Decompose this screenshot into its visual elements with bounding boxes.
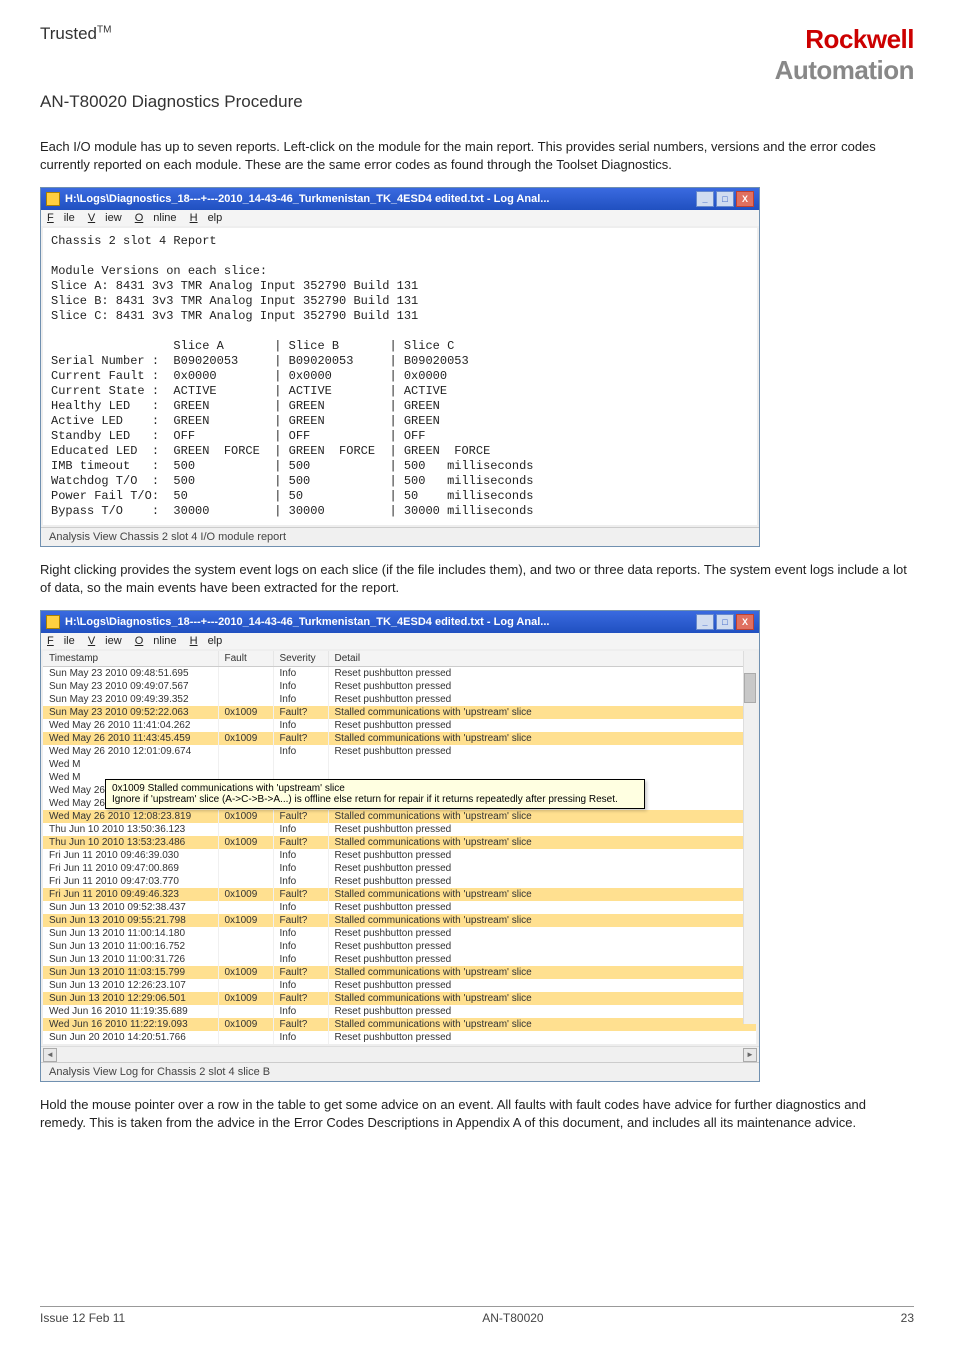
maximize-button[interactable]: □ — [716, 191, 734, 207]
table-row[interactable]: Wed May 26 2010 12:08:23.8190x1009Fault?… — [43, 810, 757, 823]
table-row[interactable]: Fri Jun 11 2010 09:46:39.030InfoReset pu… — [43, 849, 757, 862]
window-title: H:\Logs\Diagnostics_18---+---2010_14-43-… — [65, 616, 549, 628]
table-row[interactable]: Fri Jun 11 2010 09:47:00.869InfoReset pu… — [43, 862, 757, 875]
col-detail[interactable]: Detail — [328, 651, 757, 667]
close-button[interactable]: X — [736, 191, 754, 207]
vertical-scrollbar[interactable] — [743, 651, 757, 1024]
event-log-table: Timestamp Fault Severity Detail Sun May … — [43, 651, 757, 1044]
page-title: AN-T80020 Diagnostics Procedure — [40, 92, 914, 112]
table-row[interactable]: Wed Jun 16 2010 11:19:35.689InfoReset pu… — [43, 1005, 757, 1018]
row-tooltip: 0x1009 Stalled communications with 'upst… — [105, 779, 645, 809]
table-row[interactable]: Sun Jun 20 2010 14:20:51.766InfoReset pu… — [43, 1031, 757, 1044]
event-log-window: H:\Logs\Diagnostics_18---+---2010_14-43-… — [40, 610, 760, 1082]
table-row[interactable]: Sun May 23 2010 09:49:39.352InfoReset pu… — [43, 693, 757, 706]
table-row[interactable]: Sun May 23 2010 09:49:07.567InfoReset pu… — [43, 680, 757, 693]
menu-file[interactable]: File — [47, 212, 75, 224]
table-row[interactable]: Sun May 23 2010 09:52:22.0630x1009Fault?… — [43, 706, 757, 719]
titlebar[interactable]: H:\Logs\Diagnostics_18---+---2010_14-43-… — [41, 188, 759, 210]
table-row[interactable]: Thu Jun 10 2010 13:53:23.4860x1009Fault?… — [43, 836, 757, 849]
close-button[interactable]: X — [736, 614, 754, 630]
table-row[interactable]: Sun Jun 13 2010 12:29:06.5010x1009Fault?… — [43, 992, 757, 1005]
menu-view[interactable]: View — [88, 635, 122, 647]
intro-paragraph-3: Hold the mouse pointer over a row in the… — [40, 1096, 914, 1131]
table-row[interactable]: Sun Jun 13 2010 11:03:15.7990x1009Fault?… — [43, 966, 757, 979]
table-row[interactable]: Wed May 26 2010 11:43:45.4590x1009Fault?… — [43, 732, 757, 745]
menu-online[interactable]: Online — [135, 635, 177, 647]
col-severity[interactable]: Severity — [273, 651, 328, 667]
table-row[interactable]: Wed May 26 2010 12:01:09.674InfoReset pu… — [43, 745, 757, 758]
module-report-content: Chassis 2 slot 4 Report Module Versions … — [51, 234, 749, 519]
titlebar[interactable]: H:\Logs\Diagnostics_18---+---2010_14-43-… — [41, 611, 759, 633]
table-row[interactable]: Fri Jun 11 2010 09:49:46.3230x1009Fault?… — [43, 888, 757, 901]
minimize-button[interactable]: _ — [696, 191, 714, 207]
rockwell-logo: Rockwell Automation — [775, 24, 914, 86]
scroll-left-icon[interactable]: ◄ — [43, 1048, 57, 1062]
page-footer: Issue 12 Feb 11 AN-T80020 23 — [40, 1306, 914, 1325]
menu-help[interactable]: Help — [190, 635, 223, 647]
table-row[interactable]: Wed M — [43, 758, 757, 771]
col-fault[interactable]: Fault — [218, 651, 273, 667]
menubar: File View Online Help — [41, 210, 759, 226]
maximize-button[interactable]: □ — [716, 614, 734, 630]
trademark: TrustedTM — [40, 24, 111, 44]
app-icon — [46, 192, 60, 206]
app-icon — [46, 615, 60, 629]
statusbar: Analysis View Log for Chassis 2 slot 4 s… — [41, 1062, 759, 1081]
menu-help[interactable]: Help — [190, 212, 223, 224]
table-row[interactable]: Fri Jun 11 2010 09:47:03.770InfoReset pu… — [43, 875, 757, 888]
col-timestamp[interactable]: Timestamp — [43, 651, 218, 667]
intro-paragraph-2: Right clicking provides the system event… — [40, 561, 914, 596]
table-row[interactable]: Thu Jun 10 2010 13:50:36.123InfoReset pu… — [43, 823, 757, 836]
table-row[interactable]: Sun Jun 13 2010 09:52:38.437InfoReset pu… — [43, 901, 757, 914]
horizontal-scrollbar[interactable]: ◄ ► — [41, 1046, 759, 1062]
menu-online[interactable]: Online — [135, 212, 177, 224]
table-row[interactable]: Wed May 26 2010 11:41:04.262InfoReset pu… — [43, 719, 757, 732]
table-row[interactable]: Sun Jun 13 2010 12:26:23.107InfoReset pu… — [43, 979, 757, 992]
menubar: File View Online Help — [41, 633, 759, 649]
window-title: H:\Logs\Diagnostics_18---+---2010_14-43-… — [65, 193, 549, 205]
intro-paragraph-1: Each I/O module has up to seven reports.… — [40, 138, 914, 173]
statusbar: Analysis View Chassis 2 slot 4 I/O modul… — [41, 527, 759, 546]
table-row[interactable]: Sun Jun 13 2010 09:55:21.7980x1009Fault?… — [43, 914, 757, 927]
scroll-right-icon[interactable]: ► — [743, 1048, 757, 1062]
minimize-button[interactable]: _ — [696, 614, 714, 630]
table-row[interactable]: Sun Jun 13 2010 11:00:31.726InfoReset pu… — [43, 953, 757, 966]
table-row[interactable]: Sun Jun 13 2010 11:00:16.752InfoReset pu… — [43, 940, 757, 953]
module-report-window: H:\Logs\Diagnostics_18---+---2010_14-43-… — [40, 187, 760, 547]
menu-view[interactable]: View — [88, 212, 122, 224]
table-row[interactable]: Sun May 23 2010 09:48:51.695InfoReset pu… — [43, 667, 757, 681]
table-row[interactable]: Sun Jun 13 2010 11:00:14.180InfoReset pu… — [43, 927, 757, 940]
table-row[interactable]: Wed Jun 16 2010 11:22:19.0930x1009Fault?… — [43, 1018, 757, 1031]
menu-file[interactable]: File — [47, 635, 75, 647]
